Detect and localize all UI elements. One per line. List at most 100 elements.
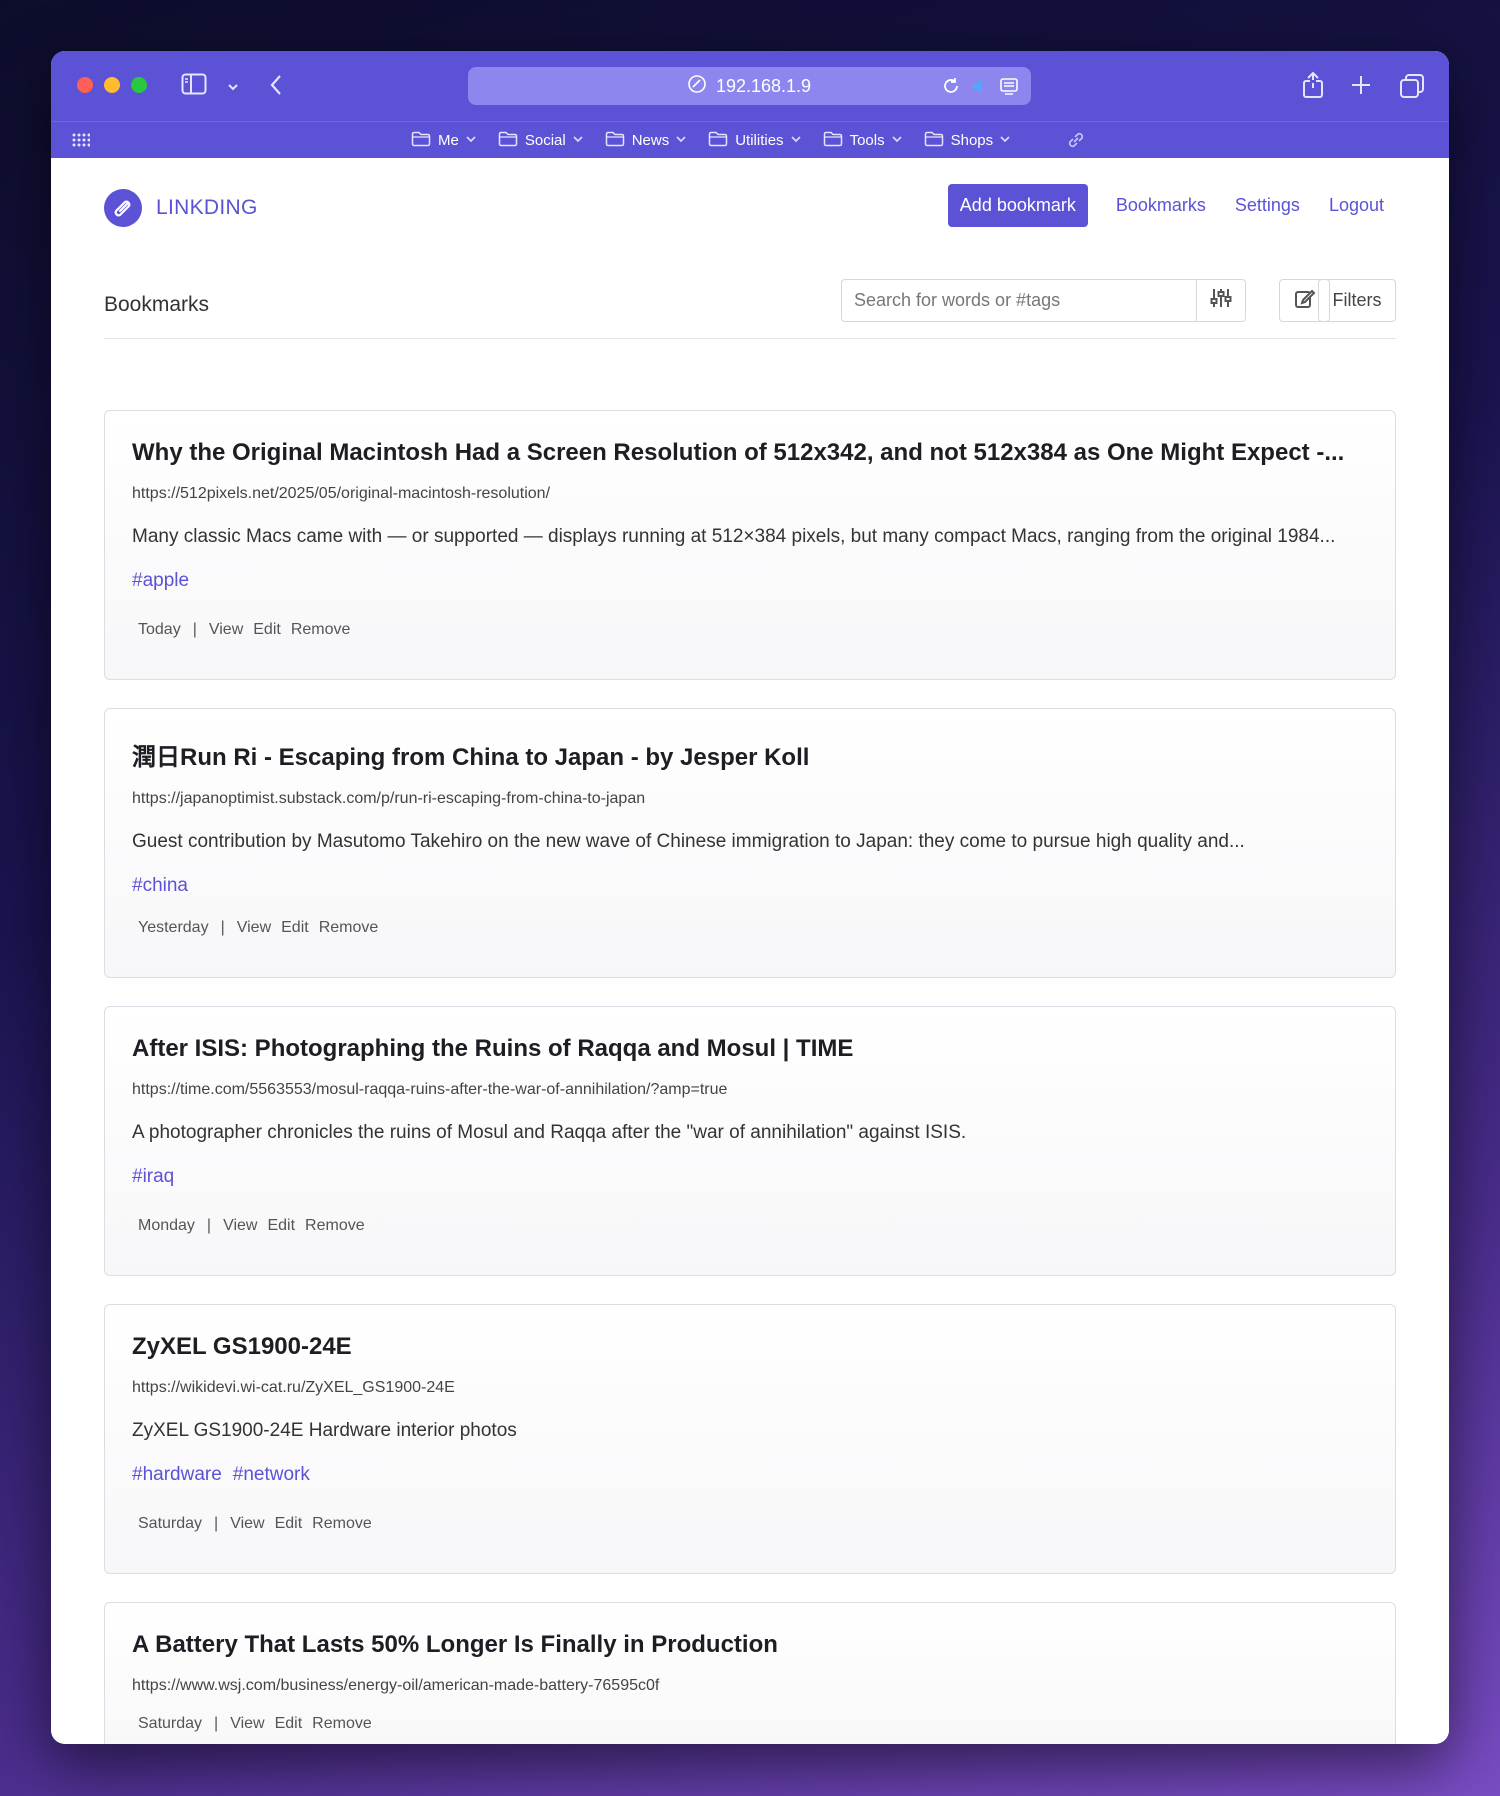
edit-action[interactable]: Edit	[281, 919, 309, 937]
bookmark-folder-shops[interactable]: Shops	[924, 131, 1011, 151]
browser-window: 192.168.1.9 Me Social News Utilities Tools Sh…	[51, 51, 1449, 1744]
bookmark-tags: #china	[132, 875, 1367, 897]
tag-link[interactable]: #iraq	[132, 1166, 174, 1188]
chevron-down-icon[interactable]	[227, 79, 239, 97]
bookmark-card: After ISIS: Photographing the Ruins of R…	[104, 1006, 1396, 1276]
separator: |	[192, 621, 197, 638]
search-group: Search for words or #tags	[841, 279, 1246, 322]
folder-icon	[411, 131, 431, 151]
bookmark-title[interactable]: 潤日Run Ri - Escaping from China to Japan …	[132, 737, 1367, 772]
bookmark-folder-me[interactable]: Me	[411, 131, 476, 151]
bookmark-actions: Today | View Edit Remove	[138, 621, 350, 639]
chevron-down-icon	[573, 135, 583, 146]
bookmark-url[interactable]: https://time.com/5563553/mosul-raqqa-rui…	[132, 1081, 1367, 1099]
bookmark-card: A Battery That Lasts 50% Longer Is Final…	[104, 1602, 1396, 1744]
bookmarks-header: Bookmarks Search for words or #tags Filt…	[104, 279, 1396, 339]
tab-overview-icon[interactable]	[1399, 73, 1425, 104]
bookmark-title[interactable]: A Battery That Lasts 50% Longer Is Final…	[132, 1631, 1367, 1659]
bookmark-title[interactable]: ZyXEL GS1900-24E	[132, 1333, 1367, 1361]
separator: |	[214, 1715, 219, 1732]
separator: |	[220, 919, 225, 936]
link-slash-icon[interactable]	[1066, 130, 1086, 154]
new-tab-icon[interactable]	[1351, 75, 1371, 100]
linkding-logo-icon	[104, 189, 142, 227]
nav-bookmarks-link[interactable]: Bookmarks	[1116, 195, 1206, 216]
remove-action[interactable]: Remove	[291, 621, 351, 639]
chevron-down-icon	[466, 135, 476, 146]
bookmark-folder-tools[interactable]: Tools	[823, 131, 902, 151]
tag-link[interactable]: #apple	[132, 570, 189, 592]
tag-link[interactable]: #hardware	[132, 1464, 222, 1486]
nav-links: Add bookmark Bookmarks Settings Logout	[947, 184, 1384, 227]
view-action[interactable]: View	[230, 1515, 264, 1533]
bookmark-actions: Monday | View Edit Remove	[138, 1217, 365, 1235]
search-input[interactable]: Search for words or #tags	[841, 279, 1196, 322]
tag-link[interactable]: #network	[233, 1464, 310, 1486]
bookmark-url[interactable]: https://wikidevi.wi-cat.ru/ZyXEL_GS1900-…	[132, 1379, 1367, 1397]
minimize-window-button[interactable]	[104, 77, 120, 93]
bookmark-actions: Yesterday | View Edit Remove	[138, 919, 378, 937]
bookmark-folder-news[interactable]: News	[605, 131, 687, 151]
chevron-down-icon	[1000, 135, 1010, 146]
share-icon[interactable]	[1302, 71, 1324, 104]
address-text: 192.168.1.9	[715, 75, 812, 96]
nav-settings-link[interactable]: Settings	[1235, 195, 1300, 216]
tag-link[interactable]: #china	[132, 875, 188, 897]
separator: |	[214, 1515, 219, 1532]
folder-icon	[498, 131, 518, 151]
address-bar[interactable]: 192.168.1.9	[468, 67, 1031, 105]
bookmarks-bar: Me Social News Utilities Tools Shops	[51, 121, 1449, 158]
pencil-icon	[1294, 287, 1316, 314]
folder-icon	[605, 131, 625, 151]
edit-action[interactable]: Edit	[275, 1515, 303, 1533]
view-action[interactable]: View	[230, 1715, 264, 1733]
bookmark-url[interactable]: https://512pixels.net/2025/05/original-m…	[132, 485, 1367, 503]
bookmark-url[interactable]: https://www.wsj.com/business/energy-oil/…	[132, 1677, 1367, 1695]
view-action[interactable]: View	[209, 621, 243, 639]
zoom-window-button[interactable]	[131, 77, 147, 93]
add-bookmark-button[interactable]: Add bookmark	[947, 184, 1088, 227]
bookmark-card: Why the Original Macintosh Had a Screen …	[104, 410, 1396, 680]
bookmark-description: A photographer chronicles the ruins of M…	[132, 1122, 967, 1143]
edit-action[interactable]: Edit	[267, 1217, 295, 1235]
back-icon[interactable]	[269, 73, 283, 102]
browser-titlebar: 192.168.1.9	[51, 51, 1449, 121]
chevron-down-icon	[891, 135, 902, 146]
reload-icon[interactable]	[941, 76, 961, 101]
bookmark-description: Many classic Macs came with — or support…	[132, 526, 1336, 547]
bookmark-folder-utilities[interactable]: Utilities	[708, 131, 801, 151]
bookmark-folder-social[interactable]: Social	[498, 131, 583, 151]
bookmark-folder-label: Tools	[849, 132, 885, 149]
speaker-icon[interactable]	[971, 77, 989, 100]
search-options-button[interactable]	[1196, 279, 1246, 322]
separator: |	[206, 1217, 212, 1234]
view-action[interactable]: View	[237, 919, 271, 937]
bookmark-date: Yesterday	[138, 919, 209, 936]
bookmark-description: ZyXEL GS1900-24E Hardware interior photo…	[132, 1420, 517, 1441]
bookmark-url[interactable]: https://japanoptimist.substack.com/p/run…	[132, 790, 1367, 808]
remove-action[interactable]: Remove	[312, 1715, 372, 1733]
page-title: Bookmarks	[104, 293, 210, 316]
sidebar-toggle-icon[interactable]	[181, 73, 207, 100]
remove-action[interactable]: Remove	[319, 919, 379, 937]
reader-icon[interactable]	[999, 76, 1019, 101]
app-logo[interactable]: LINKDING	[104, 189, 258, 227]
bookmark-title[interactable]: After ISIS: Photographing the Ruins of R…	[132, 1035, 1367, 1063]
filters-button[interactable]: Filters	[1318, 279, 1396, 322]
remove-action[interactable]: Remove	[305, 1217, 365, 1235]
folder-icon	[924, 131, 944, 151]
edit-action[interactable]: Edit	[275, 1715, 303, 1733]
edit-action[interactable]: Edit	[253, 621, 281, 639]
remove-action[interactable]: Remove	[312, 1515, 372, 1533]
bookmark-folder-label: Social	[524, 132, 566, 149]
folder-icon	[823, 131, 843, 151]
bookmark-list: Why the Original Macintosh Had a Screen …	[104, 410, 1396, 1744]
app-navbar: LINKDING Add bookmark Bookmarks Settings…	[51, 158, 1449, 258]
bookmark-date: Saturday	[138, 1715, 203, 1732]
apps-grid-icon[interactable]	[72, 132, 91, 152]
nav-logout-link[interactable]: Logout	[1329, 195, 1384, 216]
bookmark-title[interactable]: Why the Original Macintosh Had a Screen …	[132, 439, 1367, 467]
close-window-button[interactable]	[77, 77, 93, 93]
window-controls	[77, 77, 147, 93]
view-action[interactable]: View	[223, 1217, 257, 1235]
